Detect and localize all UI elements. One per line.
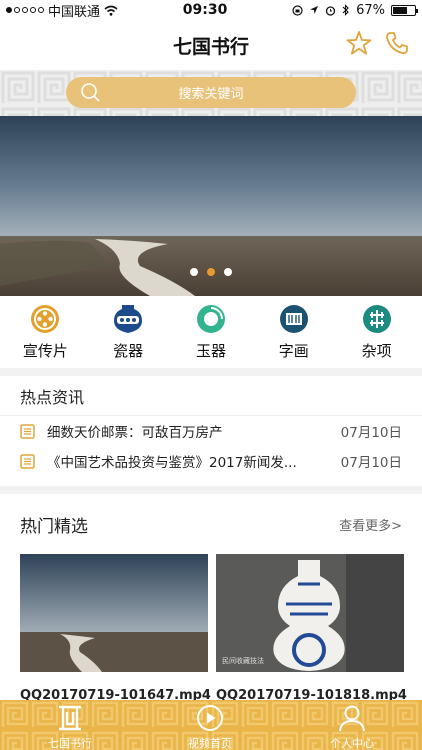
star-icon[interactable] [346, 30, 372, 56]
play-icon [197, 705, 223, 731]
news-title: 热点资讯 [0, 376, 422, 416]
calligraphy-icon [279, 304, 308, 333]
category-misc[interactable]: 杂项 [342, 304, 412, 361]
nav-bar: 七国书行 [0, 20, 422, 70]
news-item[interactable]: 《中国艺术品投资与鉴赏》2017新闻发... 07月10日 [0, 446, 422, 476]
lock-rotation-icon [292, 4, 303, 16]
video-caption: 民间收藏技法 [222, 657, 264, 665]
news-item[interactable]: 细数天价邮票：可敌百万房产 07月10日 [0, 416, 422, 446]
news-section: 热点资讯 细数天价邮票：可敌百万房产 07月10日 《中国艺术品投资与鉴赏》20… [0, 376, 422, 486]
tab-home[interactable]: 七国书行 [20, 704, 120, 750]
film-reel-icon [31, 304, 60, 333]
document-icon [20, 423, 35, 439]
tab-bar: 七国书行 视频首页 个人中心 [0, 700, 422, 750]
search-input[interactable]: 搜索关键词 [66, 77, 356, 108]
news-item-title: 细数天价邮票：可敌百万房产 [47, 425, 223, 441]
misc-icon [362, 304, 391, 333]
pager-dot-active[interactable] [207, 268, 215, 276]
video-thumbnail [20, 554, 208, 672]
category-label: 杂项 [361, 341, 392, 360]
video-card[interactable]: 民间收藏技法 QQ20170719-101818.mp4 [216, 554, 407, 703]
search-icon [81, 83, 100, 102]
clock: 09:30 [182, 2, 228, 18]
search-placeholder: 搜索关键词 [178, 87, 244, 102]
carrier-label: 中国联通 [48, 4, 101, 20]
video-card[interactable]: QQ20170719-101647.mp4 [20, 554, 211, 703]
hot-section: 热门精选 查看更多> QQ20170719-101647.mp4 民间收藏技法 … [0, 494, 422, 704]
battery-icon [391, 4, 418, 16]
vase-icon [114, 304, 143, 333]
alarm-icon [325, 5, 336, 16]
see-more-link[interactable]: 查看更多> [339, 515, 402, 534]
video-thumbnail: 民间收藏技法 [216, 554, 404, 672]
tab-label: 视频首页 [188, 737, 232, 750]
bluetooth-icon [342, 4, 349, 16]
category-painting[interactable]: 字画 [259, 304, 329, 361]
battery-percent: 67% [356, 2, 385, 18]
news-item-title: 《中国艺术品投资与鉴赏》2017新闻发... [47, 455, 297, 471]
banner-carousel[interactable] [0, 116, 422, 296]
pager-dot[interactable] [224, 268, 232, 276]
category-promo[interactable]: 宣传片 [10, 304, 80, 361]
page-title: 七国书行 [172, 35, 249, 58]
category-porcelain[interactable]: 瓷器 [93, 304, 163, 361]
tab-video[interactable]: 视频首页 [160, 704, 260, 750]
category-label: 玉器 [195, 341, 226, 360]
home-logo-icon [59, 705, 81, 731]
search-area: 搜索关键词 [0, 70, 422, 116]
news-item-date: 07月10日 [340, 425, 402, 441]
category-label: 字画 [278, 341, 309, 360]
status-bar: 中国联通 09:30 67% [0, 0, 422, 20]
category-label: 宣传片 [22, 341, 68, 360]
phone-icon[interactable] [384, 30, 410, 56]
category-bar: 宣传片 瓷器 玉器 字画 杂项 [0, 296, 422, 368]
document-icon [20, 453, 35, 469]
news-item-date: 07月10日 [340, 455, 402, 471]
app-screen: 中国联通 09:30 67% 七国书行 搜索关键词 宣传片 瓷器 玉器 字画 杂… [0, 0, 422, 750]
category-label: 瓷器 [113, 341, 144, 360]
tab-label: 七国书行 [48, 737, 92, 750]
wifi-icon [104, 5, 118, 16]
hot-title: 热门精选 [20, 516, 88, 537]
tab-profile[interactable]: 个人中心 [302, 704, 402, 750]
category-jade[interactable]: 玉器 [176, 304, 246, 361]
jade-disc-icon [196, 304, 225, 333]
signal-icon [6, 7, 44, 13]
pager-dot[interactable] [190, 268, 198, 276]
user-icon [339, 705, 365, 732]
tab-label: 个人中心 [330, 737, 374, 750]
location-icon [310, 6, 319, 14]
banner-pager [190, 268, 232, 276]
